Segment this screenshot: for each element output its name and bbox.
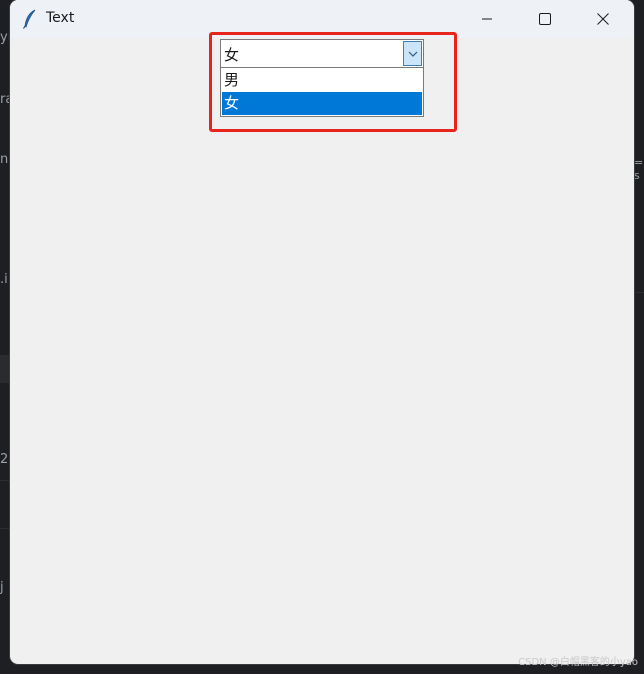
minimize-icon [482,18,492,20]
close-button[interactable] [574,0,632,38]
window-title: Text [46,10,75,26]
bg-divider [634,292,644,293]
bg-text-4: .i [0,272,8,287]
watermark: CSDN @白帽黑客的小yao [518,657,638,668]
bg-text-7: = s [634,156,644,182]
close-icon [597,13,609,25]
feather-icon [22,9,36,29]
annotation-highlight-box [209,32,457,132]
app-window: Text 女 男 女 [10,0,634,664]
bg-divider [0,528,10,529]
maximize-icon [539,13,551,25]
maximize-button[interactable] [516,0,574,38]
bg-text-6: j [0,580,4,595]
minimize-button[interactable] [458,0,516,38]
bg-divider [0,480,10,481]
